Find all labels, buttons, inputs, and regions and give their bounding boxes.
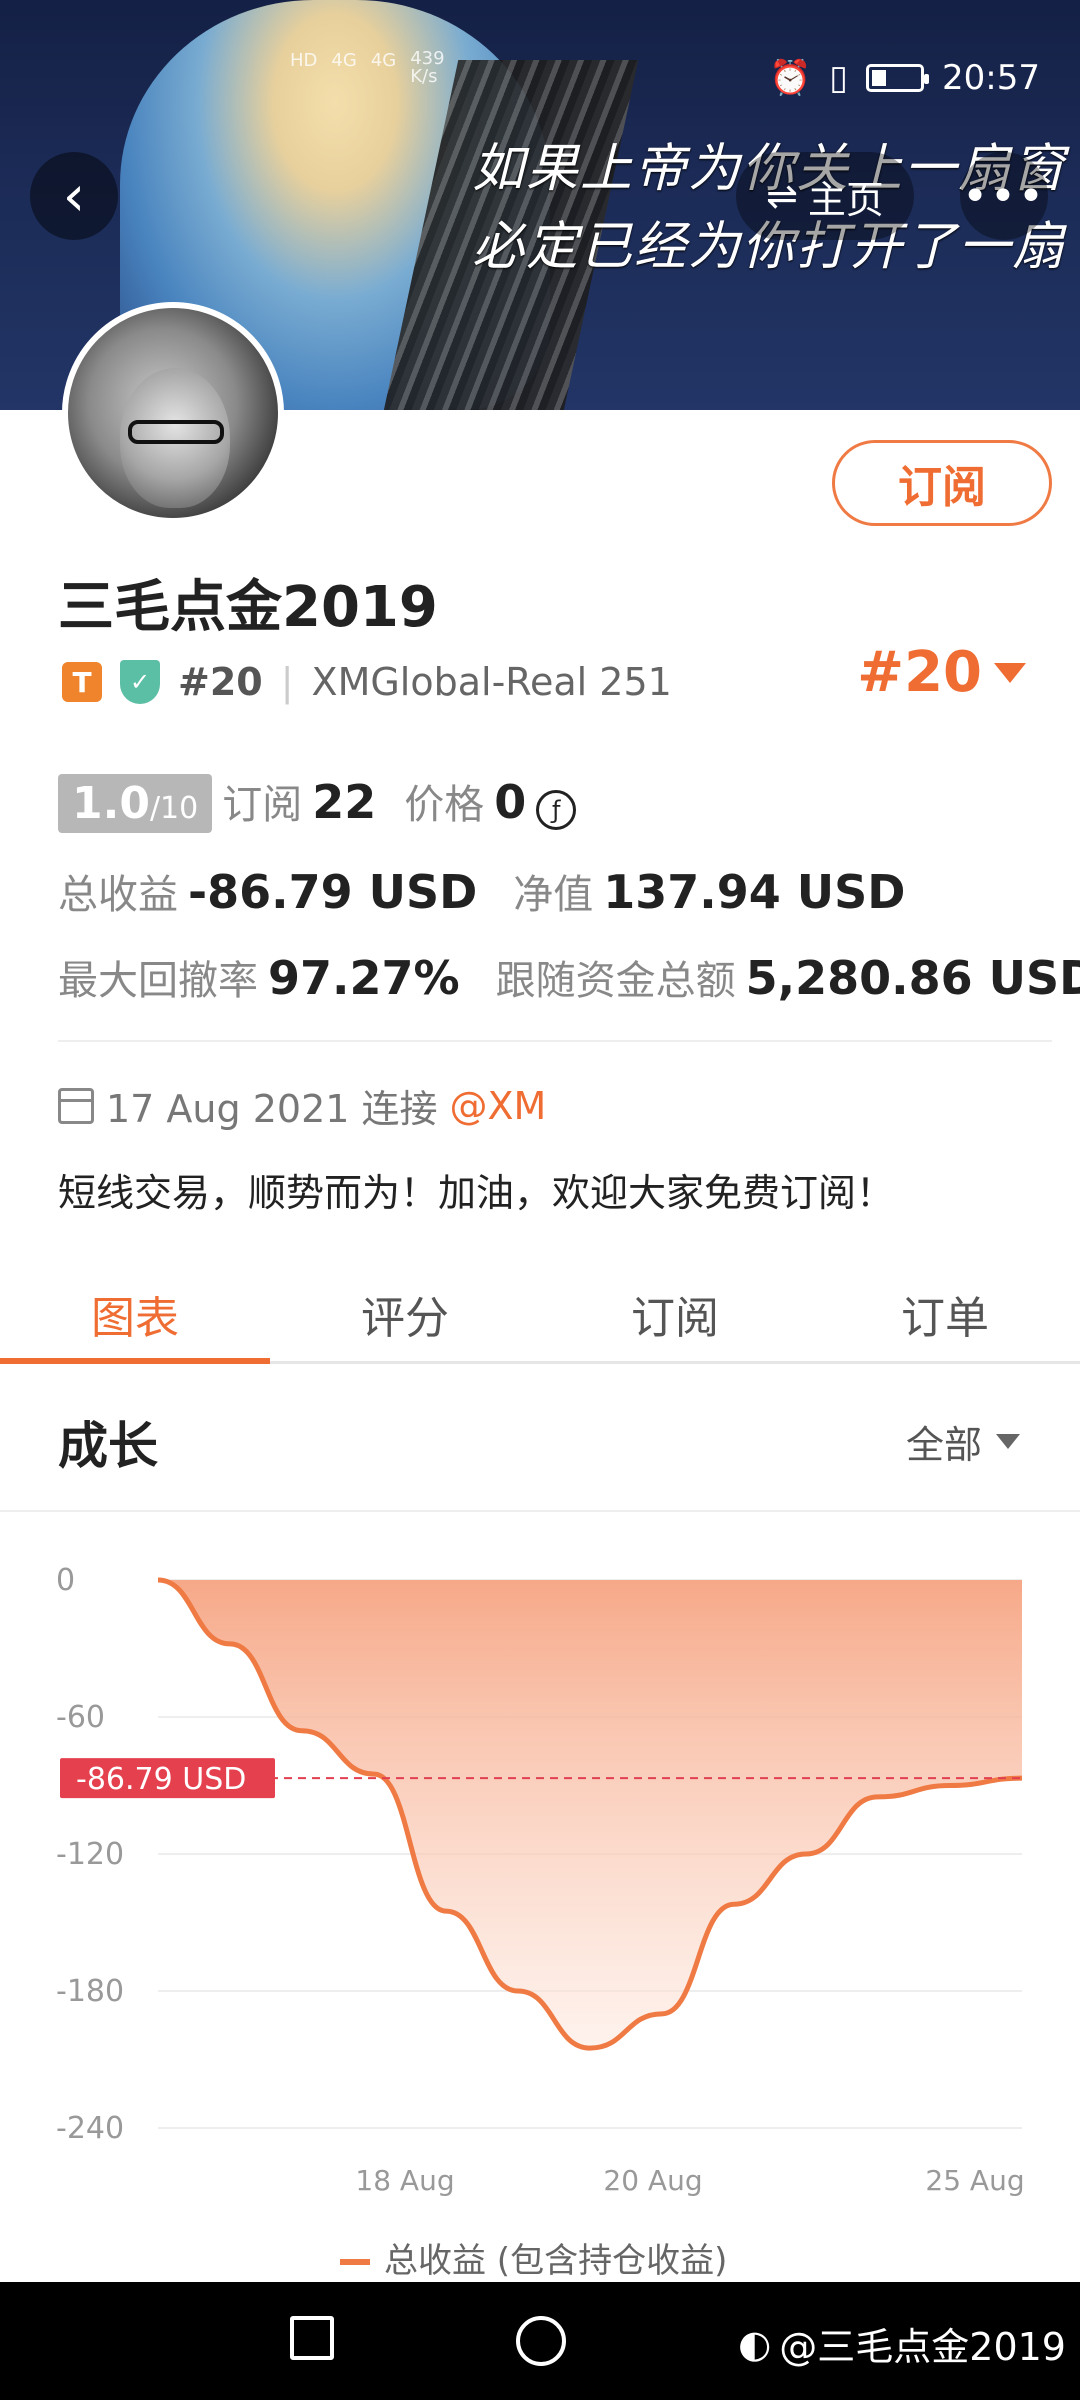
x-tick-label: 20 Aug	[603, 2164, 702, 2197]
switch-icon: ⇌	[766, 174, 798, 218]
weibo-icon: ◐	[738, 2321, 772, 2366]
score-badge: 1.0/10	[58, 774, 213, 833]
price-label: 价格	[404, 782, 485, 828]
max-drawdown-label: 最大回撤率	[58, 958, 258, 1004]
section-title: 成长	[58, 1417, 158, 1475]
range-filter-label: 全部	[905, 1423, 982, 1467]
tab-chart[interactable]: 图表	[0, 1268, 270, 1364]
rank-dropdown[interactable]: #20	[857, 640, 1026, 705]
subscribe-button[interactable]: 订阅	[832, 440, 1052, 526]
price-value: 0	[494, 775, 527, 829]
total-profit-value: -86.79 USD	[188, 865, 478, 919]
broker-link[interactable]: @XM	[450, 1084, 547, 1128]
coin-icon: ƒ	[536, 790, 577, 830]
status-time: 20:57	[942, 58, 1040, 98]
subscribers-label: 订阅	[222, 782, 303, 828]
tab-subscribe[interactable]: 订阅	[540, 1268, 810, 1361]
y-tick-label: -60	[56, 1700, 105, 1735]
total-profit-label: 总收益	[58, 872, 178, 918]
account-label: XMGlobal-Real 251	[311, 660, 672, 704]
more-icon: •••	[962, 170, 1046, 222]
y-tick-label: -240	[56, 2111, 124, 2146]
hd-label: HD	[290, 50, 318, 71]
status-left: HD 4G 4G 439 K/s	[290, 50, 445, 86]
network-label-2: 4G	[370, 50, 397, 71]
status-right: ⏰ ▯ 20:57	[769, 58, 1040, 98]
growth-section-header: 成长 全部	[0, 1366, 1080, 1512]
equity-value: 137.94 USD	[603, 865, 906, 919]
growth-chart[interactable]: 0 -60 -120 -180 -240 18 Aug 20 Aug 25 Aug -86.…	[0, 1512, 1080, 2292]
divider	[58, 1040, 1052, 1042]
rank-big: #20	[857, 640, 982, 705]
more-button[interactable]: •••	[960, 152, 1048, 240]
y-tick-label: 0	[56, 1563, 75, 1598]
y-tick-label: -120	[56, 1837, 124, 1872]
chevron-left-icon: ‹	[62, 163, 86, 229]
chart-area	[158, 1580, 1022, 2049]
battery-icon	[866, 64, 930, 92]
tab-bar: 图表 评分 订阅 订单	[0, 1268, 1080, 1364]
stats-row-2: 总收益 -86.79 USD 净值 137.94 USD	[58, 862, 905, 920]
x-tick-label: 25 Aug	[925, 2164, 1024, 2197]
network-label-1: 4G	[331, 50, 357, 71]
verified-shield-icon: ✓	[120, 660, 160, 704]
trader-badge-icon: T	[62, 662, 102, 702]
tab-orders[interactable]: 订单	[810, 1268, 1080, 1361]
subscribers-value: 22	[312, 775, 377, 829]
stats-row-1: 1.0/10 订阅 22 价格 0 ƒ	[58, 772, 577, 833]
profile-name: 三毛点金2019	[58, 575, 438, 640]
vibrate-icon: ▯	[829, 58, 849, 98]
profile-description: 短线交易，顺势而为！加油，欢迎大家免费订阅！	[58, 1171, 895, 1215]
watermark-text: @三毛点金2019	[779, 2325, 1066, 2369]
home-button[interactable]: ⇌ 主页	[736, 152, 914, 240]
connect-date-text: 17 Aug 2021 连接	[106, 1087, 438, 1131]
network-speed: 439 K/s	[410, 48, 445, 87]
rank-small: #20	[178, 660, 263, 704]
connect-date: 17 Aug 2021 连接 @XM	[58, 1078, 546, 1133]
score-value: 1.0	[72, 778, 150, 829]
home-button-label: 主页	[807, 177, 884, 222]
current-value-label: -86.79 USD	[76, 1762, 246, 1797]
status-bar: HD 4G 4G 439 K/s ⏰ ▯ 20:57	[0, 40, 1080, 120]
profile-meta: T ✓ #20 | XMGlobal-Real 251	[62, 660, 672, 704]
score-max: /10	[149, 791, 199, 826]
stats-row-3: 最大回撤率 97.27% 跟随资金总额 5,280.86 USD	[58, 948, 1080, 1006]
range-filter[interactable]: 全部	[906, 1414, 1020, 1469]
avatar[interactable]	[62, 302, 284, 524]
tab-rating[interactable]: 评分	[270, 1268, 540, 1361]
follower-funds-value: 5,280.86 USD	[745, 951, 1080, 1005]
home-nav-button[interactable]	[516, 2316, 566, 2366]
caret-down-icon	[994, 662, 1026, 683]
system-nav-bar: ◐ @三毛点金2019	[0, 2282, 1080, 2400]
meta-separator: |	[280, 660, 294, 704]
max-drawdown-value: 97.27%	[268, 951, 460, 1005]
alarm-icon: ⏰	[768, 58, 812, 98]
recents-button[interactable]	[290, 2316, 334, 2360]
legend-label: 总收益 (包含持仓收益)	[384, 2241, 727, 2281]
equity-label: 净值	[513, 872, 594, 918]
back-button[interactable]: ‹	[30, 152, 118, 240]
x-tick-label: 18 Aug	[355, 2164, 454, 2197]
follower-funds-label: 跟随资金总额	[495, 958, 736, 1004]
weibo-watermark: ◐ @三毛点金2019	[738, 2316, 1066, 2371]
calendar-icon	[58, 1087, 94, 1124]
y-tick-label: -180	[56, 1974, 124, 2009]
caret-down-icon	[996, 1434, 1020, 1449]
